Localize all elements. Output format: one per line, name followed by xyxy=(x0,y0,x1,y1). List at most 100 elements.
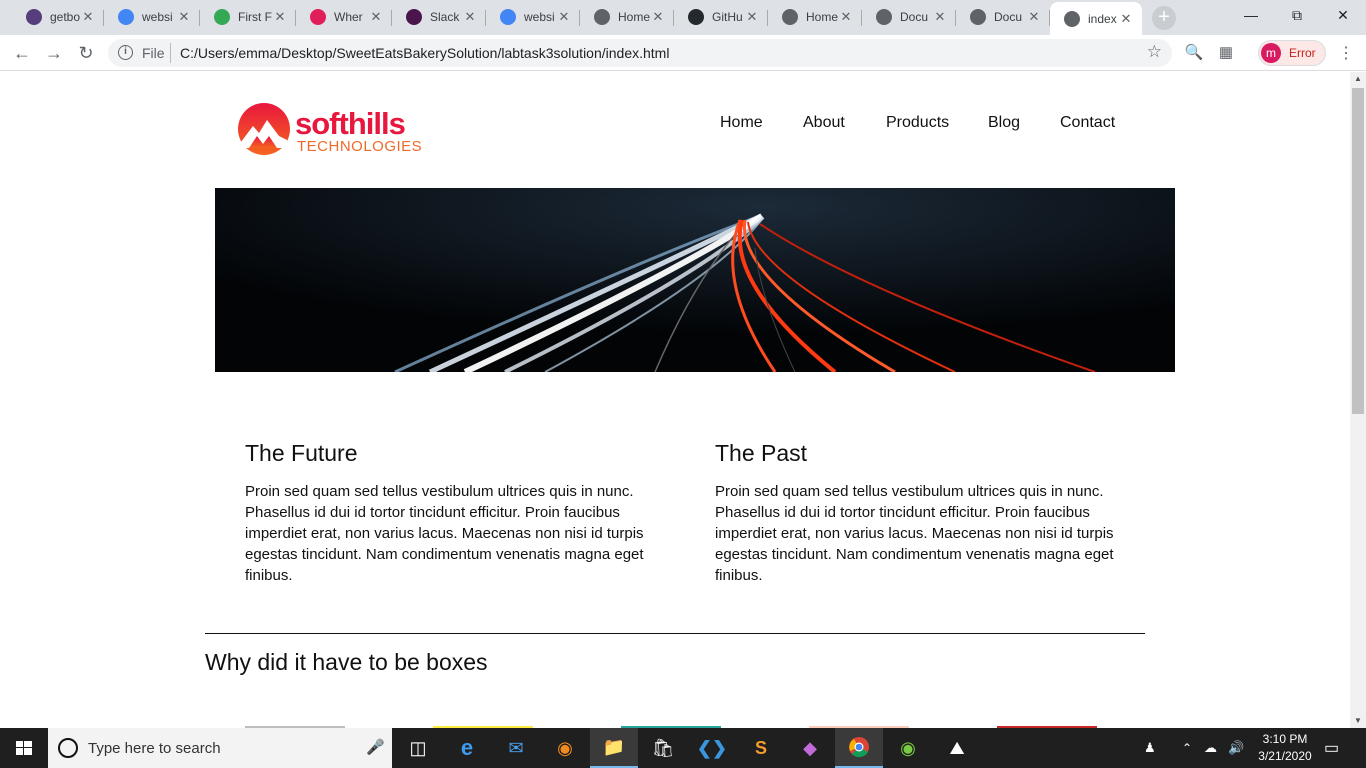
browser-tab[interactable]: index ✕ xyxy=(1050,2,1142,35)
sublime-icon[interactable]: S xyxy=(737,728,785,768)
logo-brand: softhills xyxy=(295,106,406,141)
nav-home[interactable]: Home xyxy=(720,114,763,132)
browser-tab[interactable]: Wher ✕ xyxy=(296,2,392,32)
forward-button[interactable]: → xyxy=(42,41,66,65)
close-tab-icon[interactable]: ✕ xyxy=(462,9,478,25)
app-icon[interactable]: ◉ xyxy=(884,728,932,768)
scroll-up-arrow-icon[interactable]: ▲ xyxy=(1350,72,1366,86)
close-tab-icon[interactable]: ✕ xyxy=(1026,9,1042,25)
vscode-icon[interactable]: ❮❯ xyxy=(688,728,736,768)
globe-icon xyxy=(782,9,798,25)
browser-tab[interactable]: GitHu ✕ xyxy=(674,2,768,32)
browser-tab[interactable]: Docu ✕ xyxy=(862,2,956,32)
close-tab-icon[interactable]: ✕ xyxy=(932,9,948,25)
browser-app-icon[interactable]: ◉ xyxy=(541,728,589,768)
zoom-lens-icon[interactable]: 🔍 xyxy=(1184,43,1204,63)
scroll-down-arrow-icon[interactable]: ▼ xyxy=(1350,714,1366,728)
tab-title: getbo xyxy=(50,10,80,24)
new-tab-button[interactable]: + xyxy=(1152,6,1176,30)
nav-contact[interactable]: Contact xyxy=(1060,114,1115,132)
photos-icon[interactable]: ⛰ xyxy=(933,728,981,768)
column-past: The Past Proin sed quam sed tellus vesti… xyxy=(715,440,1115,586)
nav-blog[interactable]: Blog xyxy=(988,114,1020,132)
browser-tab[interactable]: First F ✕ xyxy=(200,2,296,32)
info-icon[interactable]: i xyxy=(118,45,133,60)
avatar: m xyxy=(1261,43,1281,63)
close-tab-icon[interactable]: ✕ xyxy=(272,9,288,25)
notifications-icon[interactable]: ▭ xyxy=(1324,728,1339,768)
volume-icon[interactable]: 🔊 xyxy=(1228,728,1244,768)
tab-title: index xyxy=(1088,11,1117,26)
hero-image xyxy=(215,188,1175,372)
close-tab-icon[interactable]: ✕ xyxy=(80,9,96,25)
close-tab-icon[interactable]: ✕ xyxy=(556,9,572,25)
scheme-label: File xyxy=(142,45,165,61)
url-text[interactable]: C:/Users/emma/Desktop/SweetEatsBakerySol… xyxy=(180,45,669,61)
github-icon xyxy=(688,9,704,25)
onedrive-icon[interactable]: ☁ xyxy=(1204,728,1217,768)
file-explorer-icon[interactable]: 📁 xyxy=(590,728,638,768)
tab-title: Slack xyxy=(430,10,460,24)
browser-tab[interactable]: Slack ✕ xyxy=(392,2,486,32)
globe-icon xyxy=(970,9,986,25)
globe-icon xyxy=(876,9,892,25)
store-icon[interactable]: 🛍 xyxy=(639,728,687,768)
close-tab-icon[interactable]: ✕ xyxy=(1118,11,1134,27)
paint-icon[interactable]: ◆ xyxy=(786,728,834,768)
nav-products[interactable]: Products xyxy=(886,114,949,132)
logo[interactable]: softhills TECHNOLOGIES xyxy=(237,102,427,158)
chevron-up-icon[interactable]: ⌃ xyxy=(1182,728,1192,768)
browser-tab[interactable]: websi ✕ xyxy=(486,2,580,32)
restore-button[interactable]: ⧉ xyxy=(1274,0,1320,30)
address-bar[interactable]: i File C:/Users/emma/Desktop/SweetEatsBa… xyxy=(108,39,1172,67)
start-button[interactable] xyxy=(0,728,48,768)
back-button[interactable]: ← xyxy=(10,41,34,65)
column-title: The Past xyxy=(715,440,808,466)
bookmark-star-icon[interactable]: ☆ xyxy=(1147,42,1162,62)
close-tab-icon[interactable]: ✕ xyxy=(744,9,760,25)
page-scrollbar[interactable]: ▲ ▼ xyxy=(1350,72,1366,728)
browser-tab[interactable]: Home ✕ xyxy=(580,2,674,32)
close-tab-icon[interactable]: ✕ xyxy=(368,9,384,25)
edge-icon[interactable]: e xyxy=(443,728,491,768)
browser-tab[interactable]: Home ✕ xyxy=(768,2,862,32)
reload-button[interactable]: ↻ xyxy=(74,41,98,65)
tab-title: GitHu xyxy=(712,10,743,24)
logo-subtitle: TECHNOLOGIES xyxy=(297,138,423,155)
google-icon xyxy=(500,9,516,25)
browser-tab[interactable]: Docu ✕ xyxy=(956,2,1050,32)
close-tab-icon[interactable]: ✕ xyxy=(176,9,192,25)
extension-icon[interactable]: ▦ xyxy=(1216,43,1236,63)
clock[interactable]: 3:10 PM 3/21/2020 xyxy=(1248,731,1322,765)
close-window-button[interactable]: ✕ xyxy=(1320,0,1366,30)
menu-dots-icon[interactable]: ⋮ xyxy=(1338,43,1354,63)
slack-icon xyxy=(310,9,326,25)
column-title: The Future xyxy=(245,440,358,466)
profile-error-button[interactable]: m Error xyxy=(1258,40,1326,66)
close-tab-icon[interactable]: ✕ xyxy=(838,9,854,25)
taskbar-search[interactable]: Type here to search 🎤 xyxy=(48,728,392,768)
nav-about[interactable]: About xyxy=(803,114,845,132)
mountain-logo-icon xyxy=(238,103,290,155)
browser-tab[interactable]: websi ✕ xyxy=(104,2,200,32)
section-title: Why did it have to be boxes xyxy=(205,649,488,675)
divider-rule xyxy=(205,633,1145,634)
mail-icon[interactable]: ✉ xyxy=(492,728,540,768)
globe-icon xyxy=(594,9,610,25)
tab-title: Docu xyxy=(994,10,1023,24)
slack-icon xyxy=(406,9,422,25)
tab-title: First F xyxy=(238,10,272,24)
scrollbar-thumb[interactable] xyxy=(1352,88,1364,414)
browser-tab[interactable]: getbo ✕ xyxy=(12,2,104,32)
minimize-button[interactable]: — xyxy=(1228,0,1274,30)
close-tab-icon[interactable]: ✕ xyxy=(650,9,666,25)
tab-strip: getbo ✕ websi ✕ First F ✕ Wher ✕ Slack ✕ websi ✕ Hom… xyxy=(0,0,1366,35)
chrome-icon[interactable] xyxy=(835,728,883,768)
windows-taskbar: Type here to search 🎤 ◫ e ✉ ◉ 📁 🛍 ❮❯ S ◆… xyxy=(0,728,1366,768)
page-viewport: softhills TECHNOLOGIES Home About Produc… xyxy=(0,72,1350,728)
task-view-icon[interactable]: ◫ xyxy=(394,728,442,768)
tab-title: websi xyxy=(524,10,555,24)
people-icon[interactable]: ♟ xyxy=(1144,728,1156,768)
cortana-icon xyxy=(58,738,78,758)
microphone-icon[interactable]: 🎤 xyxy=(366,738,385,756)
